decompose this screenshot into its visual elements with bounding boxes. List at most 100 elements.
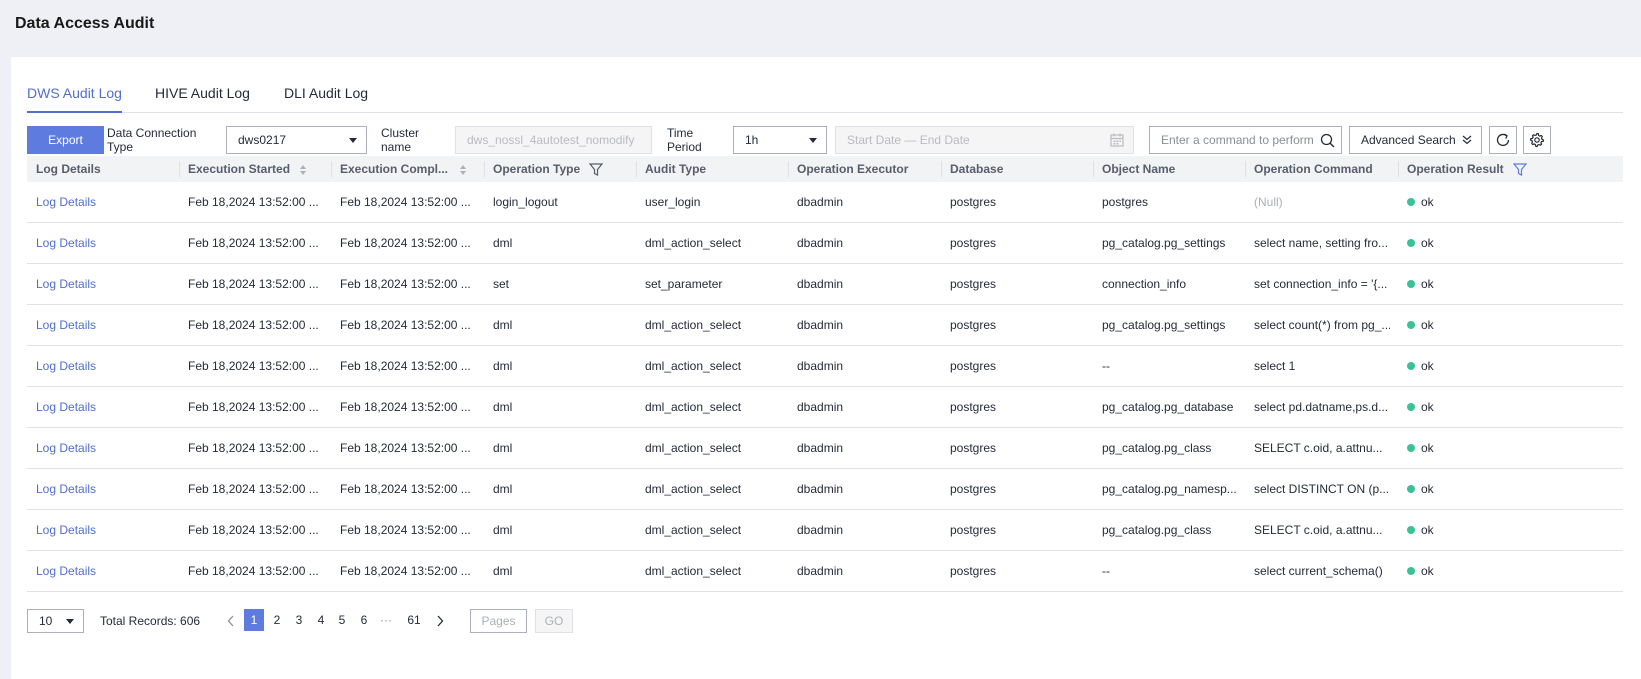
status-dot-icon <box>1407 238 1415 247</box>
status-dot-icon <box>1407 566 1415 575</box>
table-row: Log Details Feb 18,2024 13:52:00 ... Feb 1… <box>27 387 1623 428</box>
operation-executor-cell: dbadmin <box>797 482 844 496</box>
operation-command-cell: (Null) <box>1254 195 1283 209</box>
status-text: ok <box>1421 523 1434 537</box>
column-header-execution-started[interactable]: Execution Started <box>179 156 307 182</box>
log-details-link[interactable]: Log Details <box>27 305 171 345</box>
operation-command-cell: SELECT c.oid, a.attnu... <box>1254 441 1383 455</box>
log-details-link[interactable]: Log Details <box>27 551 171 591</box>
operation-type-cell: dml <box>493 441 513 455</box>
tab-dli-audit-log[interactable]: DLI Audit Log <box>284 85 368 113</box>
advanced-search-label: Advanced Search <box>1361 133 1456 147</box>
sort-icon[interactable] <box>299 164 307 176</box>
chevron-right-icon[interactable] <box>436 615 444 627</box>
double-chevron-down-icon <box>1462 135 1472 145</box>
audit-type-cell: set_parameter <box>645 277 723 291</box>
page-number-button[interactable]: 6 <box>354 609 374 631</box>
operation-type-cell: set <box>493 277 510 291</box>
column-header-operation-executor: Operation Executor <box>797 162 909 176</box>
operation-type-cell: dml <box>493 359 513 373</box>
operation-result-cell: ok <box>1398 551 1615 591</box>
sort-icon[interactable] <box>459 164 467 176</box>
page-jump-input[interactable]: Pages <box>470 609 527 633</box>
refresh-button[interactable] <box>1489 126 1517 154</box>
log-details-link[interactable]: Log Details <box>27 510 171 550</box>
connection-select[interactable]: dws0217 <box>226 126 367 154</box>
operation-result-cell: ok <box>1398 223 1615 263</box>
search-icon[interactable] <box>1320 133 1335 148</box>
column-header-execution-started-label: Execution Started <box>188 162 291 176</box>
page-number-button[interactable]: 1 <box>244 609 264 631</box>
database-cell: postgres <box>950 236 997 250</box>
execution-completed-cell: Feb 18,2024 13:52:00 ... <box>340 441 471 455</box>
advanced-search-button[interactable]: Advanced Search <box>1349 126 1482 154</box>
execution-started-cell: Feb 18,2024 13:52:00 ... <box>188 564 319 578</box>
command-search-input[interactable]: Enter a command to perform <box>1149 126 1342 154</box>
chevron-left-icon[interactable] <box>227 615 235 627</box>
tab-hive-audit-log[interactable]: HIVE Audit Log <box>155 85 250 113</box>
operation-command-cell: select name, setting fro... <box>1254 236 1389 250</box>
table-row: Log Details Feb 18,2024 13:52:00 ... Feb 1… <box>27 264 1623 305</box>
database-cell: postgres <box>950 400 997 414</box>
table-row: Log Details Feb 18,2024 13:52:00 ... Feb 1… <box>27 551 1623 592</box>
page-number-button[interactable]: 3 <box>289 609 309 631</box>
operation-executor-cell: dbadmin <box>797 523 844 537</box>
object-name-cell: connection_info <box>1102 277 1187 291</box>
column-header-operation-type[interactable]: Operation Type <box>484 156 604 182</box>
cluster-name-label-line-1: Cluster <box>381 126 420 140</box>
filter-icon[interactable] <box>1512 163 1528 177</box>
execution-started-cell: Feb 18,2024 13:52:00 ... <box>188 523 319 537</box>
page-size-select[interactable]: 10 <box>27 609 84 633</box>
operation-result-cell: ok <box>1398 346 1615 386</box>
database-cell: postgres <box>950 277 997 291</box>
log-details-link[interactable]: Log Details <box>27 428 171 468</box>
operation-result-cell: ok <box>1398 428 1615 468</box>
operation-type-cell: dml <box>493 318 513 332</box>
operation-command-cell: SELECT c.oid, a.attnu... <box>1254 523 1383 537</box>
object-name-cell: pg_catalog.pg_settings <box>1102 318 1226 332</box>
settings-button[interactable] <box>1523 126 1551 154</box>
execution-started-cell: Feb 18,2024 13:52:00 ... <box>188 195 319 209</box>
status-dot-icon <box>1407 361 1415 370</box>
operation-result-cell: ok <box>1398 469 1615 509</box>
export-button[interactable]: Export <box>27 126 104 154</box>
page-number-button[interactable]: 2 <box>267 609 287 631</box>
filter-icon[interactable] <box>589 163 604 177</box>
page-number-button[interactable]: 4 <box>311 609 331 631</box>
operation-type-cell: dml <box>493 400 513 414</box>
log-details-link[interactable]: Log Details <box>27 264 171 304</box>
column-header-operation-result[interactable]: Operation Result <box>1398 156 1528 182</box>
status-text: ok <box>1421 277 1434 291</box>
page-ellipsis[interactable]: ··· <box>376 609 396 631</box>
log-details-link[interactable]: Log Details <box>27 346 171 386</box>
database-cell: postgres <box>950 523 997 537</box>
column-header-execution-completed[interactable]: Execution Compl... <box>331 156 467 182</box>
operation-executor-cell: dbadmin <box>797 441 844 455</box>
tab-dws-audit-log[interactable]: DWS Audit Log <box>27 85 122 113</box>
operation-command-cell: select pd.datname,ps.d... <box>1254 400 1389 414</box>
log-details-link[interactable]: Log Details <box>27 223 171 263</box>
page-number-button[interactable]: 5 <box>332 609 352 631</box>
gear-icon <box>1529 132 1545 148</box>
status-text: ok <box>1421 564 1434 578</box>
operation-command-cell: select DISTINCT ON (p... <box>1254 482 1390 496</box>
audit-type-cell: dml_action_select <box>645 359 742 373</box>
column-header-operation-type-label: Operation Type <box>493 162 581 176</box>
operation-type-cell: dml <box>493 236 513 250</box>
page-jump-go-button[interactable]: GO <box>535 609 573 633</box>
execution-started-cell: Feb 18,2024 13:52:00 ... <box>188 236 319 250</box>
log-details-link[interactable]: Log Details <box>27 182 171 222</box>
operation-command-cell: set connection_info = '{... <box>1254 277 1388 291</box>
page-title: Data Access Audit <box>15 15 155 32</box>
page-number-button[interactable]: 61 <box>402 609 426 631</box>
time-period-select[interactable]: 1h <box>733 126 827 154</box>
status-dot-icon <box>1407 525 1415 534</box>
operation-type-cell: dml <box>493 523 513 537</box>
audit-card: DWS Audit Log HIVE Audit Log DLI Audit L… <box>11 57 1641 679</box>
operation-type-cell: dml <box>493 482 513 496</box>
object-name-cell: -- <box>1102 564 1110 578</box>
page-size-value: 10 <box>39 614 53 628</box>
pagination: 10 Total Records: 606 1 2 3 4 5 6 ··· 61 Pages … <box>27 609 1623 633</box>
log-details-link[interactable]: Log Details <box>27 387 171 427</box>
log-details-link[interactable]: Log Details <box>27 469 171 509</box>
